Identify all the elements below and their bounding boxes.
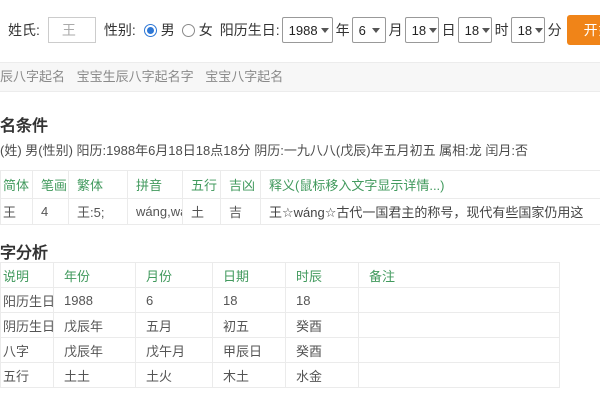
col-desc: 说明	[1, 263, 54, 288]
condition-summary: (姓) 男(性别) 阳历:1988年6月18日18点18分 阴历:一九八八(戊辰…	[0, 140, 528, 159]
surname-input[interactable]	[48, 17, 96, 43]
table-row-lunar: 阴历生日 戊辰年 五月 初五 癸酉	[1, 313, 560, 338]
cell-month: 五月	[136, 313, 213, 338]
nav-link-2[interactable]: 宝宝生辰八字起名字	[77, 69, 194, 84]
condition-section-title: 名条件	[0, 112, 48, 136]
col-note: 备注	[359, 263, 560, 288]
cell-note	[359, 288, 560, 313]
start-naming-button[interactable]: 开始起名	[567, 15, 600, 45]
cell-simplified: 王	[1, 199, 33, 225]
cell-note	[359, 338, 560, 363]
radio-selected-icon[interactable]	[144, 24, 157, 37]
cell-traditional: 王:5;	[69, 199, 128, 225]
gender-female-label: 女	[199, 20, 213, 40]
hour-select[interactable]: 18	[458, 17, 492, 43]
bazi-section-title: 字分析	[0, 239, 48, 263]
cell-month: 土火	[136, 363, 213, 388]
hour-unit: 时	[495, 20, 509, 40]
gender-male-label: 男	[161, 20, 175, 40]
month-value: 6	[359, 23, 366, 38]
day-select[interactable]: 18	[405, 17, 439, 43]
chevron-down-icon	[535, 28, 543, 33]
cell-label: 阳历生日	[1, 288, 54, 313]
cell-label: 八字	[1, 338, 54, 363]
col-simplified: 简体	[1, 171, 33, 199]
surname-label: 姓氏:	[8, 20, 40, 40]
cell-date: 甲辰日	[213, 338, 286, 363]
col-date: 日期	[213, 263, 286, 288]
col-wuxing: 五行	[183, 171, 221, 199]
cell-note	[359, 363, 560, 388]
month-select[interactable]: 6	[352, 17, 386, 43]
cell-year: 土土	[54, 363, 136, 388]
cell-label: 阴历生日	[1, 313, 54, 338]
chevron-down-icon	[321, 28, 329, 33]
col-luck: 吉凶	[221, 171, 261, 199]
cell-meaning[interactable]: 王☆wáng☆古代一国君主的称号，现代有些国家仍用这	[261, 199, 600, 225]
cell-date: 初五	[213, 313, 286, 338]
table-row-solar: 阳历生日 1988 6 18 18	[1, 288, 560, 313]
cell-strokes: 4	[33, 199, 69, 225]
radio-unselected-icon[interactable]	[182, 24, 195, 37]
chevron-down-icon	[372, 28, 380, 33]
cell-date: 木土	[213, 363, 286, 388]
bazi-table: 说明 年份 月份 日期 时辰 备注 阳历生日 1988 6 18 18 阴历生日…	[0, 262, 560, 388]
cell-year: 1988	[54, 288, 136, 313]
cell-month: 6	[136, 288, 213, 313]
cell-year: 戊辰年	[54, 313, 136, 338]
year-unit: 年	[336, 20, 350, 40]
gender-radio-female[interactable]: 女	[182, 20, 213, 40]
cell-time: 水金	[286, 363, 359, 388]
cell-luck: 吉	[221, 199, 261, 225]
table-row: 王 4 王:5; wáng,wàn 土 吉 王☆wáng☆古代一国君主的称号，现…	[1, 199, 600, 225]
nav-link-3[interactable]: 宝宝八字起名	[205, 69, 283, 84]
cell-wuxing: 土	[183, 199, 221, 225]
birthday-label: 阳历生日:	[220, 20, 280, 40]
cell-time: 癸酉	[286, 338, 359, 363]
gender-radio-male[interactable]: 男	[144, 20, 175, 40]
cell-year: 戊辰年	[54, 338, 136, 363]
related-links-bar: 辰八字起名 宝宝生辰八字起名字 宝宝八字起名	[0, 62, 600, 92]
cell-time: 18	[286, 288, 359, 313]
character-table: 简体 笔画 繁体 拼音 五行 吉凶 释义(鼠标移入文字显示详情...) 王 4 …	[0, 170, 600, 225]
col-month: 月份	[136, 263, 213, 288]
naming-form: 姓氏: 性别: 男 女 阳历生日: 1988 年 6 月 18 日 18 时 1…	[8, 14, 600, 46]
hour-value: 18	[465, 23, 479, 38]
day-value: 18	[412, 23, 426, 38]
minute-unit: 分	[548, 20, 562, 40]
minute-value: 18	[518, 23, 532, 38]
year-value: 1988	[289, 23, 318, 38]
chevron-down-icon	[482, 28, 490, 33]
month-unit: 月	[389, 20, 403, 40]
col-strokes: 笔画	[33, 171, 69, 199]
cell-time: 癸酉	[286, 313, 359, 338]
cell-month: 戊午月	[136, 338, 213, 363]
table-row-bazi: 八字 戊辰年 戊午月 甲辰日 癸酉	[1, 338, 560, 363]
table-row-wuxing: 五行 土土 土火 木土 水金	[1, 363, 560, 388]
col-traditional: 繁体	[69, 171, 128, 199]
nav-link-1[interactable]: 辰八字起名	[0, 69, 65, 84]
col-pinyin: 拼音	[128, 171, 183, 199]
table-header-row: 简体 笔画 繁体 拼音 五行 吉凶 释义(鼠标移入文字显示详情...)	[1, 171, 600, 199]
minute-select[interactable]: 18	[511, 17, 545, 43]
day-unit: 日	[442, 20, 456, 40]
cell-date: 18	[213, 288, 286, 313]
cell-pinyin: wáng,wàn	[128, 199, 183, 225]
col-meaning: 释义(鼠标移入文字显示详情...)	[261, 171, 600, 199]
gender-label: 性别:	[104, 20, 136, 40]
year-select[interactable]: 1988	[282, 17, 333, 43]
col-year: 年份	[54, 263, 136, 288]
table-header-row: 说明 年份 月份 日期 时辰 备注	[1, 263, 560, 288]
cell-label: 五行	[1, 363, 54, 388]
chevron-down-icon	[429, 28, 437, 33]
col-time: 时辰	[286, 263, 359, 288]
cell-note	[359, 313, 560, 338]
